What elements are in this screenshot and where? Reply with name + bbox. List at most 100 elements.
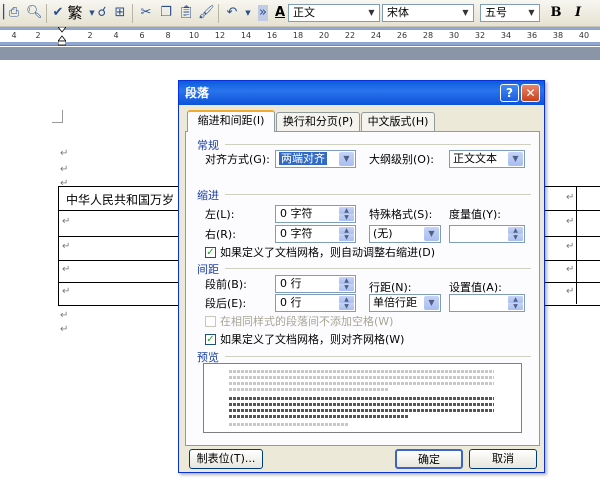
spin-up-icon[interactable]: ▲ bbox=[339, 207, 354, 214]
space-after-value: 0 行 bbox=[280, 296, 302, 309]
chevron-down-icon[interactable]: ▼ bbox=[508, 152, 523, 166]
preview-line-current bbox=[229, 415, 409, 418]
cancel-button[interactable]: 取消 bbox=[469, 449, 537, 469]
tab-indents-spacing[interactable]: 缩进和间距(I) bbox=[187, 110, 275, 132]
no-space-same-style-label[interactable]: 在相同样式的段落间不添加空格(W) bbox=[220, 315, 393, 329]
alignment-select[interactable]: 两端对齐 ▼ bbox=[275, 150, 356, 168]
ruler-tick-label: 10 bbox=[188, 31, 200, 40]
no-space-same-style-checkbox[interactable] bbox=[205, 316, 216, 327]
by-spinner[interactable]: ▲ ▼ bbox=[449, 225, 525, 243]
line-spacing-value: 单倍行距 bbox=[373, 296, 417, 309]
italic-button[interactable]: I bbox=[570, 5, 586, 21]
right-indent-value: 0 字符 bbox=[280, 227, 313, 240]
tab-asian-typography[interactable]: 中文版式(H) bbox=[361, 112, 435, 131]
preview-line-current bbox=[229, 409, 494, 412]
snap-to-grid-label[interactable]: 如果定义了文档网格，则对齐网格(W) bbox=[220, 333, 404, 347]
undo-icon[interactable]: ↶ bbox=[224, 5, 240, 21]
table-row-border bbox=[58, 236, 184, 238]
chevron-down-icon[interactable]: ▼ bbox=[459, 6, 472, 20]
paragraph-mark: ↵ bbox=[62, 241, 71, 252]
auto-adjust-label[interactable]: 如果定义了文档网格，则自动调整右缩进(D) bbox=[220, 246, 435, 260]
line-spacing-at-spinner[interactable]: ▲ ▼ bbox=[449, 294, 525, 312]
outline-level-select[interactable]: 正文文本 ▼ bbox=[449, 150, 525, 168]
ruler-tick-label: 24 bbox=[370, 31, 382, 40]
ruler-tick-label: 38 bbox=[552, 31, 564, 40]
space-before-spinner[interactable]: 0 行 ▲ ▼ bbox=[275, 275, 356, 293]
paragraph-mark: ↵ bbox=[60, 164, 69, 175]
ruler-tick-label: 4 bbox=[11, 31, 17, 40]
paste-icon[interactable]: 📋︎ bbox=[178, 5, 195, 21]
special-format-select[interactable]: (无) ▼ bbox=[369, 225, 441, 243]
line-spacing-at-label: 设置值(A): bbox=[449, 281, 502, 294]
spin-up-icon[interactable]: ▲ bbox=[339, 296, 354, 303]
paragraph-mark: ↵ bbox=[566, 286, 575, 297]
tab-line-page-breaks[interactable]: 换行和分页(P) bbox=[276, 112, 360, 131]
spin-down-icon[interactable]: ▼ bbox=[339, 284, 354, 291]
left-indent-spinner[interactable]: 0 字符 ▲ ▼ bbox=[275, 205, 356, 223]
ruler-tick-label: 18 bbox=[292, 31, 304, 40]
toolbar-separator bbox=[46, 4, 47, 23]
paragraph-mark: ↵ bbox=[62, 216, 71, 227]
ruler-tick-label: 2 bbox=[87, 31, 93, 40]
preview-line bbox=[229, 382, 494, 385]
print-icon[interactable]: ⎙ bbox=[6, 5, 22, 21]
research-icon[interactable]: ☌ bbox=[94, 5, 110, 21]
spin-up-icon[interactable]: ▲ bbox=[339, 277, 354, 284]
indent-marker-icon[interactable] bbox=[58, 27, 66, 46]
chevron-down-icon[interactable]: ▼ bbox=[365, 6, 378, 20]
styles-pane-icon[interactable]: A bbox=[272, 5, 288, 21]
spin-down-icon[interactable]: ▼ bbox=[339, 234, 354, 241]
auto-adjust-checkbox[interactable]: ✓ bbox=[205, 247, 216, 258]
ruler-tick-label: 14 bbox=[240, 31, 252, 40]
ruler-tick-label: 12 bbox=[214, 31, 226, 40]
spin-up-icon[interactable]: ▲ bbox=[508, 296, 523, 303]
chevron-down-icon[interactable]: ▼ bbox=[424, 227, 439, 241]
horizontal-ruler[interactable]: 4224681012141618202224262830323436384042 bbox=[0, 27, 600, 46]
ruler-tick-label: 30 bbox=[448, 31, 460, 40]
translate-icon[interactable]: ⊞ bbox=[112, 5, 128, 21]
space-after-spinner[interactable]: 0 行 ▲ ▼ bbox=[275, 294, 356, 312]
right-indent-spinner[interactable]: 0 字符 ▲ ▼ bbox=[275, 225, 356, 243]
ruler-tick-label: 16 bbox=[266, 31, 278, 40]
ruler-tick-label: 28 bbox=[422, 31, 434, 40]
copy-icon[interactable]: ❐ bbox=[158, 5, 174, 21]
font-size-dropdown[interactable]: 五号 ▼ bbox=[480, 4, 540, 22]
help-button[interactable]: ? bbox=[500, 84, 519, 102]
dialog-titlebar[interactable]: 段落 ? ✕ bbox=[179, 81, 544, 105]
close-button[interactable]: ✕ bbox=[521, 84, 540, 102]
chevron-down-icon[interactable]: ▼ bbox=[240, 5, 256, 21]
alignment-label: 对齐方式(G): bbox=[205, 153, 270, 166]
chevron-down-icon[interactable]: ▼ bbox=[525, 6, 538, 20]
toolbar-overflow-icon[interactable]: » bbox=[258, 5, 268, 21]
format-painter-icon[interactable]: 🖌︎ bbox=[198, 5, 215, 21]
spin-down-icon[interactable]: ▼ bbox=[508, 303, 523, 310]
spin-down-icon[interactable]: ▼ bbox=[508, 234, 523, 241]
spin-up-icon[interactable]: ▲ bbox=[339, 227, 354, 234]
chevron-down-icon[interactable]: ▼ bbox=[424, 296, 439, 310]
ok-button[interactable]: 确定 bbox=[395, 449, 463, 469]
bold-button[interactable]: B bbox=[548, 5, 564, 21]
ruler-tick-label: 8 bbox=[165, 31, 171, 40]
style-dropdown[interactable]: 正文 ▼ bbox=[288, 4, 380, 22]
ruler-tick-label: 26 bbox=[396, 31, 408, 40]
traditional-simplified-button[interactable]: 繁 bbox=[66, 5, 84, 21]
spin-down-icon[interactable]: ▼ bbox=[339, 214, 354, 221]
spin-up-icon[interactable]: ▲ bbox=[508, 227, 523, 234]
spelling-icon[interactable]: ✔ bbox=[50, 5, 66, 21]
snap-to-grid-checkbox[interactable]: ✓ bbox=[205, 334, 216, 345]
chevron-down-icon[interactable]: ▼ bbox=[339, 152, 354, 166]
line-spacing-select[interactable]: 单倍行距 ▼ bbox=[369, 294, 441, 312]
page-corner-mark bbox=[52, 110, 63, 123]
paragraph-mark: ↵ bbox=[62, 264, 71, 275]
table-cell-text[interactable]: 中华人民共和国万岁 bbox=[66, 191, 174, 208]
preview-line bbox=[229, 423, 349, 426]
paragraph-dialog: 段落 ? ✕ 缩进和间距(I) 换行和分页(P) 中文版式(H) 常规 对齐方式… bbox=[178, 80, 545, 473]
ruler-tick-label: 6 bbox=[139, 31, 145, 40]
font-dropdown[interactable]: 宋体 ▼ bbox=[382, 4, 474, 22]
ruler-tick-label: 2 bbox=[35, 31, 41, 40]
print-preview-icon[interactable]: 🔍︎ bbox=[26, 5, 43, 21]
ruler-tick-label: 20 bbox=[318, 31, 330, 40]
spin-down-icon[interactable]: ▼ bbox=[339, 303, 354, 310]
tabs-button[interactable]: 制表位(T)... bbox=[189, 449, 263, 469]
cut-icon[interactable]: ✂ bbox=[138, 5, 154, 21]
